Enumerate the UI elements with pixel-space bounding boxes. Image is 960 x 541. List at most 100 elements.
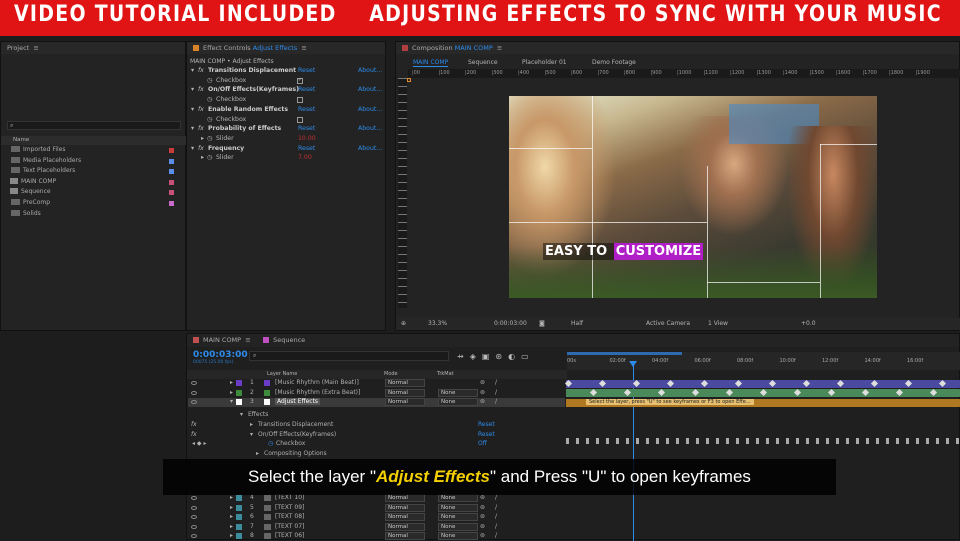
project-item[interactable]: Solids <box>5 209 185 220</box>
snapshot-icon[interactable]: ◙ <box>539 320 545 327</box>
timeline-layer-row[interactable]: ▸ 5 [TEXT 09] Normal None ⊚ / <box>188 503 565 513</box>
keyframe-marker[interactable] <box>816 438 819 444</box>
resolution-dropdown[interactable]: Half <box>571 320 583 327</box>
expand-arrow-icon[interactable]: ▾ <box>191 67 194 74</box>
keyframe-marker[interactable] <box>646 438 649 444</box>
motion-blur-switch[interactable]: / <box>495 523 497 530</box>
timeline-layer-row[interactable]: ▾ 3 Adjust Effects Normal None ⊚ / <box>188 398 565 408</box>
expand-arrow-icon[interactable]: ▸ <box>201 154 204 161</box>
layer-label-color[interactable] <box>236 399 242 406</box>
keyframe-marker[interactable] <box>686 438 689 444</box>
about-link[interactable]: About... <box>358 86 382 93</box>
slider-value[interactable]: 10.00 <box>298 135 316 142</box>
motion-blur-switch[interactable]: / <box>495 389 497 396</box>
layer-duration-bar[interactable] <box>566 389 960 398</box>
stopwatch-icon[interactable]: ◷ <box>207 116 212 123</box>
effect-tree-row[interactable]: ▸ Compositing Options <box>188 450 565 459</box>
exposure-value[interactable]: +0.0 <box>801 320 816 327</box>
reset-link[interactable]: Reset <box>298 67 315 74</box>
slider-value[interactable]: 7.00 <box>298 154 312 161</box>
expand-arrow-icon[interactable]: ▸ <box>230 389 233 396</box>
stopwatch-icon[interactable]: ◷ <box>207 96 212 103</box>
project-item[interactable]: PreComp <box>5 199 185 209</box>
layer-label-color[interactable] <box>236 514 242 521</box>
trkmat-dropdown[interactable]: None <box>438 494 478 502</box>
timeline-search-input[interactable]: ⌕ <box>249 351 449 361</box>
visibility-eye-icon[interactable] <box>191 381 197 385</box>
timeline-switch-icons[interactable]: ⇸◈▣⊛◐▭ <box>457 352 535 361</box>
trkmat-dropdown[interactable]: None <box>438 532 478 541</box>
keyframe-marker[interactable] <box>846 438 849 444</box>
keyframe-marker[interactable] <box>936 438 939 444</box>
keyframe-marker[interactable] <box>666 438 669 444</box>
keyframe-marker[interactable] <box>826 438 829 444</box>
expand-arrow-icon[interactable]: ▾ <box>191 145 194 152</box>
layer-name[interactable]: [TEXT 09] <box>275 504 304 511</box>
expand-arrow-icon[interactable]: ▾ <box>230 398 233 405</box>
keyframe-marker[interactable] <box>636 438 639 444</box>
layer-label-color[interactable] <box>236 380 242 386</box>
parent-pickwhip-icon[interactable]: ⊚ <box>480 523 485 530</box>
layer-name[interactable]: [TEXT 07] <box>275 523 304 530</box>
comp-viewer-frame[interactable]: EASY TO CUSTOMIZE <box>509 96 877 298</box>
timeline-layer-row[interactable]: ▸ 4 [TEXT 10] Normal None ⊚ / <box>188 494 565 503</box>
keyframe-marker[interactable] <box>564 379 573 387</box>
motion-blur-switch[interactable]: / <box>495 504 497 511</box>
project-item[interactable]: Imported Files <box>5 146 185 156</box>
about-link[interactable]: About... <box>358 125 382 132</box>
effect-row[interactable]: ▾ fx Enable Random Effects Reset About... <box>187 106 387 116</box>
layer-duration-bar[interactable]: Select the layer, press "U" to see keyfr… <box>566 398 960 407</box>
effect-row[interactable]: ▾ fx On/Off Effects(Keyframes) Reset About..… <box>187 86 387 96</box>
blend-mode-dropdown[interactable]: Normal <box>385 522 425 531</box>
parent-pickwhip-icon[interactable]: ⊚ <box>480 389 485 396</box>
keyframe-marker[interactable] <box>776 438 779 444</box>
stopwatch-icon[interactable]: ◷ <box>207 154 212 161</box>
keyframe-marker[interactable] <box>836 438 839 444</box>
project-panel-title[interactable]: Project ≡ <box>1 42 185 54</box>
project-item[interactable]: Text Placeholders <box>5 167 185 177</box>
layer-label-color[interactable] <box>236 523 242 530</box>
about-link[interactable]: About... <box>358 106 382 113</box>
visibility-eye-icon[interactable] <box>191 524 197 529</box>
reset-link[interactable]: Reset <box>298 145 315 152</box>
comp-tab[interactable]: Placeholder 01 <box>522 59 567 66</box>
trkmat-dropdown[interactable]: None <box>438 388 478 397</box>
fx-icon[interactable]: fx <box>198 145 204 152</box>
timeline-timecode[interactable]: 0:00:03:00 <box>193 350 248 360</box>
effect-property-row[interactable]: ◷ Checkbox <box>187 116 387 126</box>
effect-tree-row[interactable]: ◂ ◆ ▸ ◷ Checkbox Off <box>188 440 565 449</box>
parent-pickwhip-icon[interactable]: ⊚ <box>480 494 485 501</box>
keyframe-marker[interactable] <box>706 438 709 444</box>
project-item[interactable]: MAIN COMP <box>5 177 185 188</box>
blend-mode-dropdown[interactable]: Normal <box>385 532 425 541</box>
expand-arrow-icon[interactable]: ▾ <box>250 431 253 438</box>
effect-row[interactable]: ▾ fx Probability of Effects Reset About... <box>187 125 387 135</box>
expand-arrow-icon[interactable]: ▾ <box>191 106 194 113</box>
keyframe-marker[interactable] <box>793 389 802 397</box>
layer-name[interactable]: [Music Rhythm (Main Beat)] <box>275 379 359 386</box>
timeline-tab-sequence[interactable]: Sequence <box>273 336 305 344</box>
motion-blur-switch[interactable]: / <box>495 513 497 520</box>
fx-icon[interactable]: fx <box>198 86 204 93</box>
keyframe-marker[interactable] <box>946 438 949 444</box>
project-item[interactable]: Media Placeholders <box>5 156 185 167</box>
parent-pickwhip-icon[interactable]: ⊚ <box>480 532 485 539</box>
keyframe-marker[interactable] <box>666 379 675 387</box>
checkbox-control[interactable]: ✓ <box>297 77 303 84</box>
expand-arrow-icon[interactable]: ▸ <box>230 504 233 511</box>
keyframe-marker[interactable] <box>870 379 879 387</box>
keyframe-marker[interactable] <box>904 379 913 387</box>
expand-arrow-icon[interactable]: ▸ <box>230 532 233 539</box>
keyframe-marker[interactable] <box>806 438 809 444</box>
trkmat-dropdown[interactable]: None <box>438 503 478 512</box>
effect-tree-row[interactable]: ▾ Effects <box>188 411 565 420</box>
motion-blur-switch[interactable]: / <box>495 379 497 386</box>
camera-dropdown[interactable]: Active Camera <box>646 320 690 327</box>
layer-label-color[interactable] <box>236 495 242 501</box>
keyframe-marker[interactable] <box>566 438 569 444</box>
about-link[interactable]: About... <box>358 67 382 74</box>
keyframe-marker[interactable] <box>886 438 889 444</box>
comp-tab[interactable]: Sequence <box>468 59 498 66</box>
composition-title[interactable]: Composition MAIN COMP ≡ <box>396 42 959 54</box>
comp-tab[interactable]: MAIN COMP <box>413 59 449 67</box>
